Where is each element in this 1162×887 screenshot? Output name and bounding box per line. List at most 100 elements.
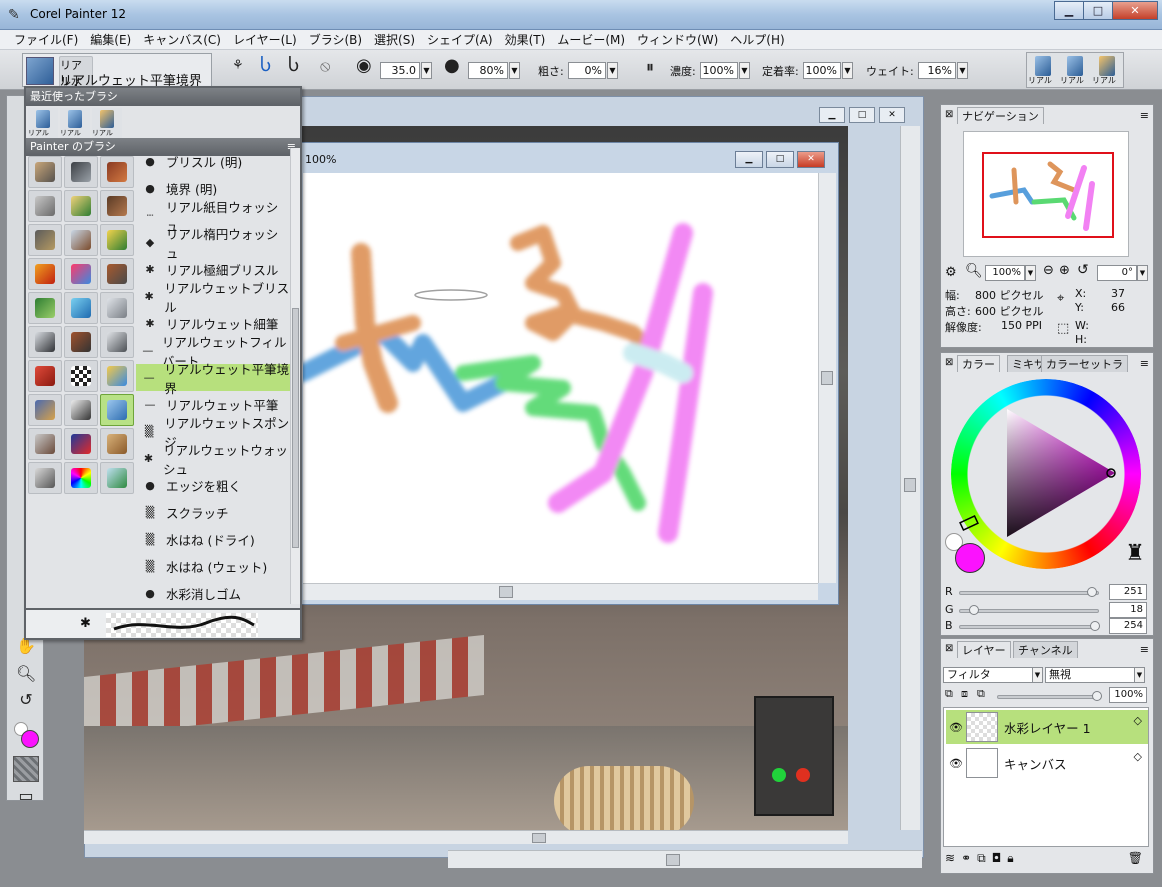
- brush-category[interactable]: [28, 360, 62, 392]
- brush-category[interactable]: [28, 224, 62, 256]
- maximize-button[interactable]: □: [1083, 1, 1113, 20]
- navigator-settings-icon[interactable]: ⚙: [945, 265, 957, 280]
- menu-brush[interactable]: ブラシ(B): [303, 31, 368, 48]
- red-value[interactable]: 251: [1109, 584, 1147, 600]
- lock-icon[interactable]: 🔒︎: [1007, 851, 1013, 871]
- tab-color[interactable]: カラー: [957, 355, 1000, 372]
- menu-edit[interactable]: 編集(E): [84, 31, 137, 48]
- stroke-type-icon[interactable]: Ⴑ: [260, 55, 271, 76]
- eye-icon[interactable]: 👁︎: [946, 721, 966, 734]
- paper-selector[interactable]: [13, 756, 39, 782]
- brush-category[interactable]: [64, 462, 98, 494]
- brush-category[interactable]: [64, 224, 98, 256]
- dynamic-plugins-icon[interactable]: ⚭: [961, 851, 971, 871]
- size-field[interactable]: 35.0: [380, 62, 420, 79]
- blue-slider[interactable]: [959, 621, 1100, 631]
- green-value[interactable]: 18: [1109, 602, 1147, 618]
- brush-variant-item[interactable]: ✱ リアルウェットブリスル: [136, 281, 290, 315]
- brush-variant-item[interactable]: ▒ スクラッチ: [136, 499, 290, 526]
- back-minimize-button[interactable]: ▁: [819, 107, 845, 123]
- brush-category[interactable]: [28, 394, 62, 426]
- recent-brush-3[interactable]: リアル: [1091, 53, 1123, 87]
- brush-category[interactable]: [28, 462, 62, 494]
- panel-close-icon[interactable]: ⊠: [945, 109, 953, 120]
- coarseness-field[interactable]: 0%: [568, 62, 606, 79]
- menu-shape[interactable]: シェイプ(A): [421, 31, 499, 48]
- doc-minimize-button[interactable]: ▁: [735, 151, 763, 168]
- tab-navigator[interactable]: ナビゲーション: [957, 107, 1044, 124]
- layer-opacity-value[interactable]: 100%: [1109, 687, 1147, 703]
- reset-tool-icon[interactable]: ⚘: [232, 58, 244, 73]
- brush-variant-scrollbar[interactable]: [290, 148, 300, 604]
- brush-category[interactable]: [28, 156, 62, 188]
- new-layer-icon[interactable]: ⧉: [977, 851, 986, 871]
- navigator-thumbnail[interactable]: [963, 131, 1129, 257]
- size-dropdown[interactable]: ▼: [421, 62, 432, 79]
- media-selector-icon[interactable]: ▭: [16, 786, 36, 806]
- navigator-zoom-field[interactable]: 100%: [985, 265, 1025, 281]
- brush-category[interactable]: [64, 428, 98, 460]
- brush-category[interactable]: [100, 326, 134, 358]
- color-wheel[interactable]: [951, 379, 1141, 569]
- color-swatch[interactable]: [12, 722, 40, 750]
- back-maximize-button[interactable]: □: [849, 107, 875, 123]
- recent-brush-2[interactable]: リアル: [1059, 53, 1091, 87]
- brush-variant-item[interactable]: ✱ リアルウェットウォッシュ: [136, 443, 290, 477]
- zoom-in-icon[interactable]: ⊕: [1059, 263, 1070, 278]
- menu-movie[interactable]: ムービー(M): [551, 31, 631, 48]
- brush-category[interactable]: [100, 156, 134, 188]
- back-vertical-scrollbar[interactable]: [900, 126, 920, 830]
- brush-ghost-icon[interactable]: ⦸: [320, 56, 330, 76]
- opacity-field[interactable]: 80%: [468, 62, 508, 79]
- menu-canvas[interactable]: キャンバス(C): [137, 31, 227, 48]
- brush-variant-item-selected[interactable]: — リアルウェット平筆境界: [136, 362, 290, 396]
- menu-help[interactable]: ヘルプ(H): [724, 31, 790, 48]
- panel-menu-icon[interactable]: ≡: [1140, 643, 1149, 656]
- rotate-page-tool-icon[interactable]: ↺: [16, 690, 36, 710]
- layer-composite-depth[interactable]: 無視: [1045, 667, 1145, 683]
- menu-effects[interactable]: 効果(T): [499, 31, 552, 48]
- brush-variant-item[interactable]: ◆ リアル楕円ウォッシュ: [136, 227, 290, 261]
- brush-category[interactable]: [100, 190, 134, 222]
- brush-category[interactable]: [100, 428, 134, 460]
- layer-commands-icon[interactable]: ≋: [945, 851, 955, 871]
- back-horizontal-scrollbar[interactable]: [84, 830, 848, 844]
- doc-maximize-button[interactable]: □: [766, 151, 794, 168]
- weight-field[interactable]: 16%: [918, 62, 956, 79]
- brush-category[interactable]: [100, 224, 134, 256]
- brush-category[interactable]: [28, 292, 62, 324]
- brush-category-selected[interactable]: [100, 394, 134, 426]
- menu-select[interactable]: 選択(S): [368, 31, 421, 48]
- delete-layer-icon[interactable]: 🗑︎: [1128, 851, 1143, 871]
- brush-category[interactable]: [64, 394, 98, 426]
- tab-color-set[interactable]: カラーセットラ: [1041, 355, 1128, 372]
- brush-category[interactable]: [28, 258, 62, 290]
- recent-brush-1[interactable]: リアル: [1027, 53, 1059, 87]
- brush-category[interactable]: [64, 190, 98, 222]
- rotate-icon[interactable]: ↺: [1077, 262, 1089, 278]
- brush-category[interactable]: [64, 156, 98, 188]
- tab-channels[interactable]: チャンネル: [1013, 641, 1078, 658]
- preserve-transparency-icon[interactable]: ⧉: [945, 687, 953, 701]
- zoom-out-icon[interactable]: ⊖: [1043, 263, 1054, 278]
- brush-variant-item[interactable]: ● 水彩消しゴム: [136, 580, 290, 604]
- brush-variant-item[interactable]: ▒ 水はね (ウェット): [136, 553, 290, 580]
- brush-selector-button[interactable]: リアル水彩 リアルウェット平筆境界: [22, 53, 212, 104]
- brush-category[interactable]: [28, 326, 62, 358]
- doc-vertical-scrollbar[interactable]: [818, 173, 836, 583]
- brush-category[interactable]: [100, 462, 134, 494]
- layer-row[interactable]: 👁︎ キャンバス ◇: [946, 746, 1148, 780]
- concentration-field[interactable]: 100%: [700, 62, 738, 79]
- workspace-horizontal-scrollbar[interactable]: [448, 850, 922, 868]
- brush-category[interactable]: [28, 190, 62, 222]
- tab-layers[interactable]: レイヤー: [957, 641, 1011, 658]
- brush-variant-item[interactable]: ● エッジを粗く: [136, 472, 290, 499]
- stroke-type-alt-icon[interactable]: Ⴑ: [288, 55, 299, 76]
- red-slider[interactable]: [959, 587, 1099, 597]
- close-button[interactable]: ✕: [1112, 1, 1158, 20]
- composite-depth-dropdown[interactable]: ▼: [1134, 667, 1145, 683]
- rotation-dropdown[interactable]: ▼: [1137, 265, 1148, 281]
- navigator-zoom-dropdown[interactable]: ▼: [1025, 265, 1036, 281]
- panel-menu-icon[interactable]: ≡: [1140, 357, 1149, 370]
- panel-menu-icon[interactable]: ≡: [1140, 109, 1149, 122]
